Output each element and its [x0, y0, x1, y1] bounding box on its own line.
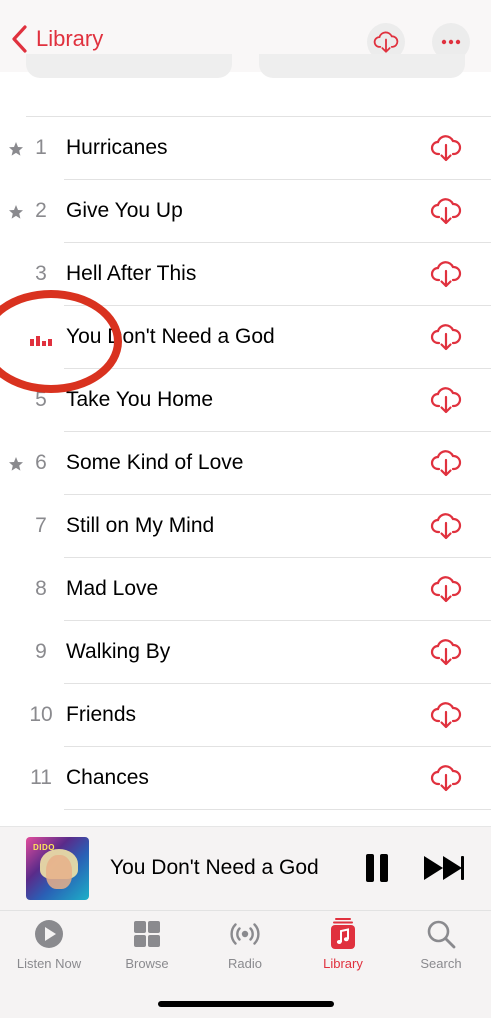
- cloud-download-icon[interactable]: [430, 574, 462, 604]
- tab-search[interactable]: Search: [392, 917, 490, 971]
- track-title: Give You Up: [66, 199, 183, 222]
- track-row[interactable]: You Don't Need a God: [0, 306, 491, 369]
- cloud-download-icon[interactable]: [430, 259, 462, 289]
- grid-icon: [134, 921, 160, 947]
- track-number: 6: [35, 451, 47, 474]
- cloud-download-icon[interactable]: [430, 448, 462, 478]
- track-row[interactable]: 1 Hurricanes: [0, 117, 491, 180]
- album-artwork[interactable]: DIDO: [26, 837, 89, 900]
- star-icon: [9, 457, 23, 471]
- artwork-face: [46, 855, 72, 889]
- cloud-download-icon[interactable]: [430, 700, 462, 730]
- cloud-download-icon[interactable]: [430, 322, 462, 352]
- music-library-icon: [331, 918, 355, 949]
- cloud-download-icon[interactable]: [430, 637, 462, 667]
- cloud-download-icon[interactable]: [430, 511, 462, 541]
- track-number: 5: [35, 388, 47, 411]
- now-playing-equalizer-icon: [30, 336, 52, 346]
- tab-label: Browse: [125, 956, 169, 971]
- search-icon: [427, 920, 456, 949]
- cloud-download-icon[interactable]: [430, 763, 462, 793]
- track-title: Chances: [66, 766, 149, 789]
- track-row[interactable]: 7 Still on My Mind: [0, 495, 491, 558]
- track-title: Walking By: [66, 640, 171, 663]
- shuffle-button[interactable]: [259, 54, 465, 78]
- play-button[interactable]: [26, 54, 232, 78]
- track-title: Some Kind of Love: [66, 451, 244, 474]
- track-title: Hurricanes: [66, 136, 168, 159]
- track-row[interactable]: 6 Some Kind of Love: [0, 432, 491, 495]
- tab-browse[interactable]: Browse: [98, 917, 196, 971]
- tab-label: Radio: [228, 956, 262, 971]
- divider: [64, 809, 491, 810]
- tab-label: Search: [420, 956, 462, 971]
- cloud-download-icon[interactable]: [430, 133, 462, 163]
- mini-player[interactable]: DIDO You Don't Need a God: [0, 826, 491, 910]
- track-number: 8: [35, 577, 47, 600]
- fast-forward-icon[interactable]: [423, 855, 465, 881]
- track-row[interactable]: 9 Walking By: [0, 621, 491, 684]
- track-row[interactable]: 2 Give You Up: [0, 180, 491, 243]
- pause-button[interactable]: [365, 854, 389, 882]
- track-number: 10: [29, 703, 53, 726]
- radio-waves-icon: [230, 923, 260, 945]
- cloud-download-icon: [373, 31, 399, 53]
- back-button-label: Library: [36, 26, 104, 51]
- track-title: Still on My Mind: [66, 514, 215, 537]
- chevron-left-icon: [12, 25, 27, 53]
- star-icon: [9, 142, 23, 156]
- track-number: 1: [35, 136, 47, 159]
- track-row[interactable]: 10 Friends: [0, 684, 491, 747]
- back-button[interactable]: Library: [10, 24, 103, 54]
- track-list: 1 Hurricanes 2 Give You Up 3 Hell After This Y…: [0, 117, 491, 810]
- track-title: Mad Love: [66, 577, 159, 600]
- track-title: Take You Home: [66, 388, 214, 411]
- tab-listen-now[interactable]: Listen Now: [0, 917, 98, 971]
- now-playing-title: You Don't Need a God: [110, 856, 319, 879]
- cloud-download-icon[interactable]: [430, 385, 462, 415]
- track-row[interactable]: 5 Take You Home: [0, 369, 491, 432]
- tab-label: Library: [323, 956, 363, 971]
- track-number: 9: [35, 640, 47, 663]
- artwork-logo-text: DIDO: [33, 843, 55, 852]
- ellipsis-icon: [441, 39, 461, 45]
- tab-label: Listen Now: [16, 956, 82, 971]
- tab-radio[interactable]: Radio: [196, 917, 294, 971]
- home-indicator: [158, 1001, 334, 1007]
- track-number: 7: [35, 514, 47, 537]
- track-title: You Don't Need a God: [66, 325, 275, 348]
- track-number: 2: [35, 199, 47, 222]
- track-row[interactable]: 8 Mad Love: [0, 558, 491, 621]
- tab-library[interactable]: Library: [294, 917, 392, 971]
- track-title: Friends: [66, 703, 137, 726]
- track-number: 3: [35, 262, 47, 285]
- track-number: 11: [30, 766, 52, 789]
- track-row[interactable]: 11 Chances: [0, 747, 491, 810]
- track-title: Hell After This: [66, 262, 197, 285]
- star-icon: [9, 205, 23, 219]
- track-row[interactable]: 3 Hell After This: [0, 243, 491, 306]
- play-circle-icon: [35, 920, 63, 948]
- cloud-download-icon[interactable]: [430, 196, 462, 226]
